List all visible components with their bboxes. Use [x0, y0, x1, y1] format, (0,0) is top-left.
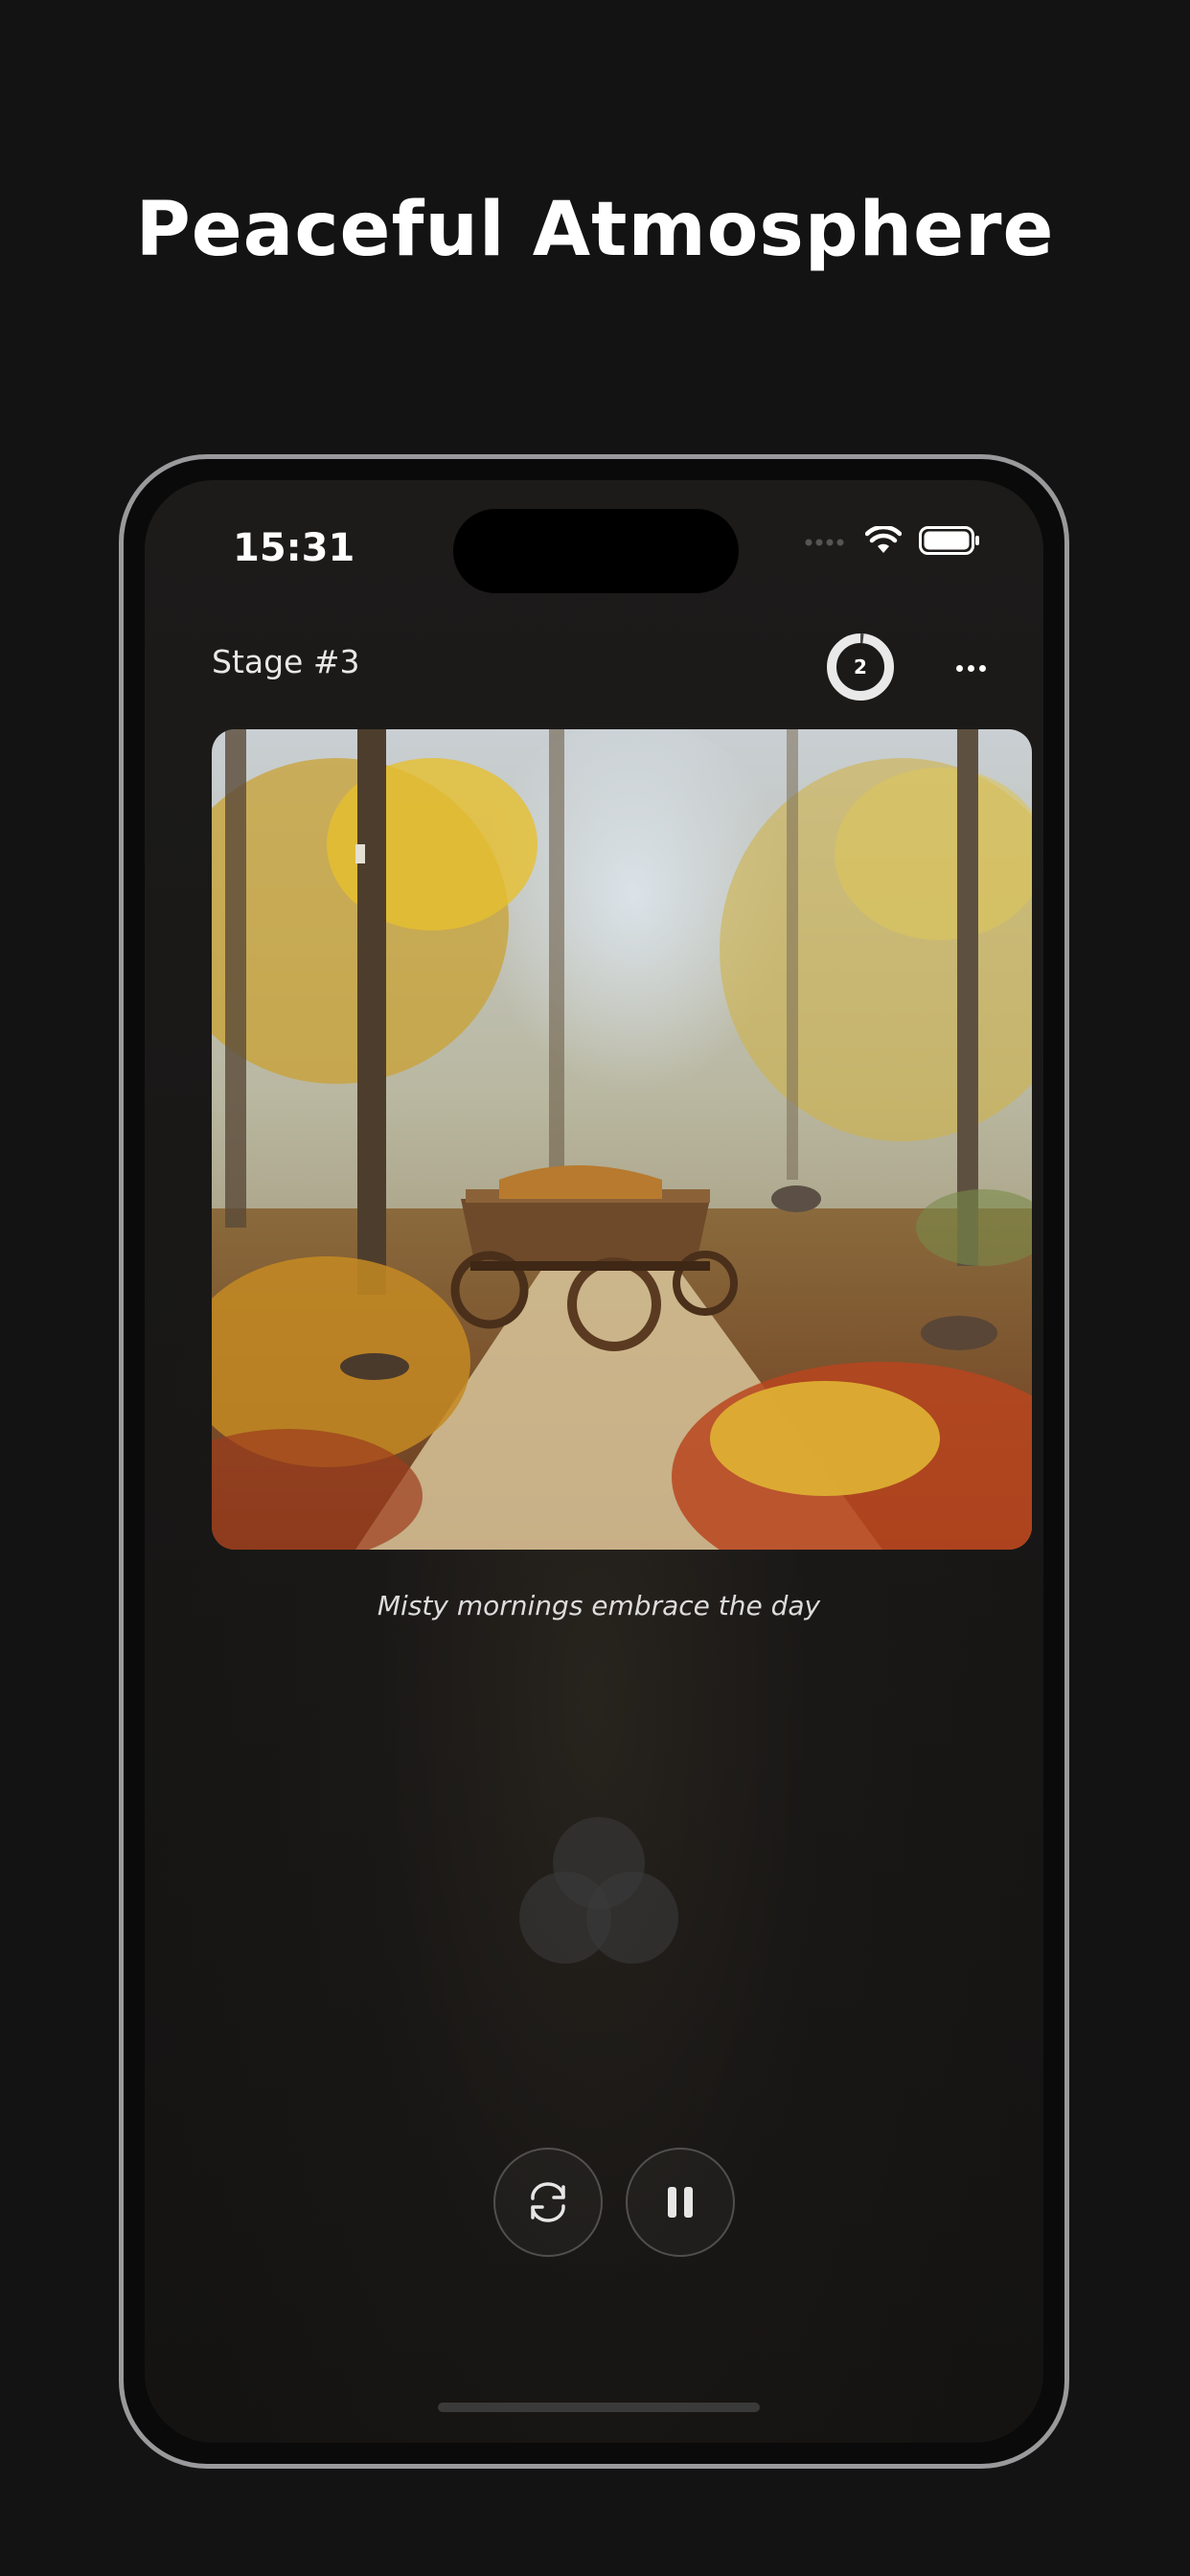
home-indicator[interactable] [438, 2403, 760, 2412]
refresh-icon [531, 2182, 565, 2222]
app-screen: 15:31 Stage #3 2 Misty mornings embrace … [145, 480, 1043, 2443]
artwork-caption: Misty mornings embrace the day [377, 1590, 821, 1622]
forest-painting [212, 729, 1032, 1550]
stage-title: Stage #3 [212, 643, 360, 680]
restart-button[interactable] [493, 2148, 603, 2257]
pause-button[interactable] [626, 2148, 735, 2257]
phone-frame: 15:31 Stage #3 2 Misty mornings embrace … [119, 454, 1069, 2469]
artwork-image [212, 729, 1032, 1550]
wifi-icon [865, 526, 902, 553]
more-horizontal-icon [955, 664, 963, 672]
cellular-signal-icon [805, 539, 844, 546]
page-headline: Peaceful Atmosphere [135, 187, 1055, 273]
pause-icon [668, 2187, 693, 2218]
loading-indicator [513, 1810, 685, 1973]
dynamic-island [453, 509, 739, 593]
loading-circles-icon [519, 1817, 678, 1964]
status-time: 15:31 [233, 526, 355, 570]
battery-icon [919, 526, 979, 555]
status-icons [804, 526, 980, 555]
more-options-button[interactable] [950, 647, 992, 689]
timer-count: 2 [854, 656, 867, 678]
countdown-timer[interactable]: 2 [827, 633, 894, 701]
